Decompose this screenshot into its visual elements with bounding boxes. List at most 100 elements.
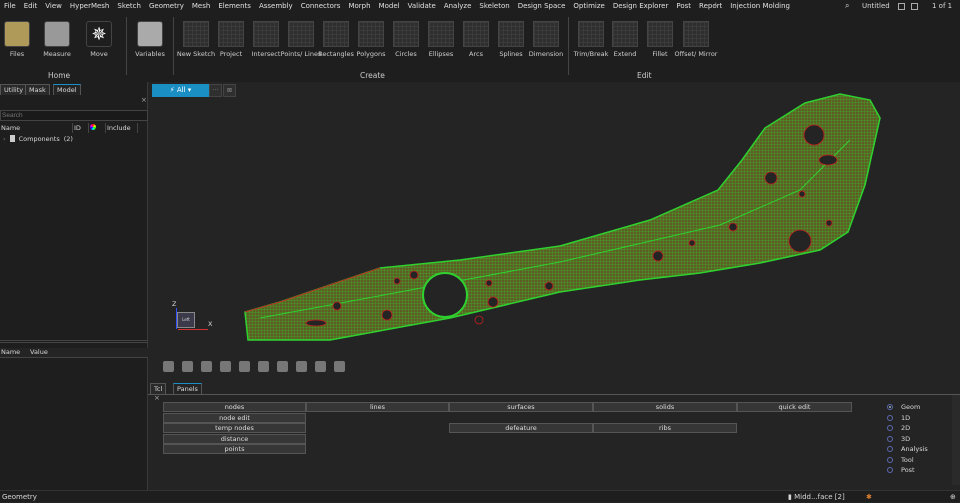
panel-surfaces[interactable]: surfaces — [449, 402, 593, 412]
column-id[interactable]: ID — [73, 123, 89, 133]
panel-distance[interactable]: distance — [163, 434, 306, 444]
menu-model[interactable]: Model — [375, 0, 404, 13]
current-component[interactable]: ▮ Midd...face [2] — [788, 491, 845, 503]
panel-node-edit[interactable]: node edit — [163, 413, 306, 423]
search-input[interactable] — [0, 110, 148, 121]
move-button[interactable]: ✵ Move — [77, 21, 121, 58]
display-icon[interactable] — [182, 361, 193, 372]
variables-button[interactable]: Variables — [128, 21, 172, 58]
menu-optimize[interactable]: Optimize — [569, 0, 608, 13]
tab-model[interactable]: Model — [53, 84, 81, 95]
close-icon[interactable]: × — [141, 96, 147, 104]
splitter[interactable] — [0, 340, 148, 343]
pan-icon[interactable] — [220, 361, 231, 372]
mesh-color-icon[interactable] — [258, 361, 269, 372]
radio-3d[interactable]: 3D — [887, 434, 910, 444]
search-icon[interactable]: ⌕ — [845, 1, 849, 11]
menu-design-space[interactable]: Design Space — [514, 0, 570, 13]
menu-report[interactable]: Report — [695, 0, 726, 13]
expand-icon[interactable]: › — [3, 135, 6, 143]
column-color[interactable] — [89, 123, 106, 133]
panel-defeature[interactable]: defeature — [449, 423, 593, 433]
panel-temp-nodes[interactable]: temp nodes — [163, 423, 306, 433]
menu-connectors[interactable]: Connectors — [297, 0, 345, 13]
menu-elements[interactable]: Elements — [214, 0, 255, 13]
tool-offset-mirror[interactable]: Offset/ Mirror — [674, 21, 718, 58]
model-browser: Utility Mask Model × Name ID Include › C… — [0, 82, 148, 490]
radio-button[interactable] — [887, 435, 893, 442]
panel-solids[interactable]: solids — [593, 402, 737, 412]
menu-mesh[interactable]: Mesh — [188, 0, 214, 13]
menu-file[interactable]: File — [0, 0, 20, 13]
window-icon[interactable] — [898, 3, 905, 10]
isolate-icon[interactable] — [315, 361, 326, 372]
label: Ellipses — [428, 50, 454, 58]
menu-sketch[interactable]: Sketch — [113, 0, 145, 14]
panel-ribs[interactable]: ribs — [593, 423, 737, 433]
zoom-icon[interactable] — [296, 361, 307, 372]
radio-2d[interactable]: 2D — [887, 423, 910, 433]
radio-post[interactable]: Post — [887, 465, 915, 475]
tree-label: Components — [18, 135, 60, 143]
menu-geometry[interactable]: Geometry — [145, 0, 188, 13]
menu-design-explorer[interactable]: Design Explorer — [609, 0, 673, 13]
rotate-icon[interactable] — [201, 361, 212, 372]
radio-analysis[interactable]: Analysis — [887, 444, 928, 454]
measure-button[interactable]: Measure — [35, 21, 79, 58]
dimension-icon — [533, 21, 559, 47]
close-icon[interactable]: × — [154, 394, 160, 402]
column-include[interactable]: Include — [106, 123, 138, 133]
radio-button[interactable] — [887, 425, 893, 431]
tab-tcl[interactable]: Tcl — [150, 383, 167, 394]
radio-tool[interactable]: Tool — [887, 455, 914, 465]
tree-row-components[interactable]: › Components (2) — [3, 135, 73, 143]
menu-validate[interactable]: Validate — [404, 0, 440, 13]
radio-1d[interactable]: 1D — [887, 413, 910, 423]
filter-clear-button[interactable]: ⊠ — [223, 84, 236, 97]
menu-morph[interactable]: Morph — [344, 0, 374, 13]
document-name[interactable]: Untitled — [862, 2, 890, 10]
radio-label: 2D — [901, 424, 911, 432]
color-icon[interactable] — [239, 361, 250, 372]
panel-points[interactable]: points — [163, 444, 306, 454]
radio-label: 3D — [901, 434, 911, 443]
graphics-viewport[interactable] — [148, 82, 960, 380]
tab-utility[interactable]: Utility — [0, 84, 28, 95]
radio-button[interactable] — [887, 456, 893, 463]
filter-option-button[interactable]: ··· — [209, 84, 222, 97]
menu-analyze[interactable]: Analyze — [440, 0, 476, 13]
tab-panels[interactable]: Panels — [173, 383, 202, 394]
menu-skeleton[interactable]: Skeleton — [475, 0, 513, 13]
extend-icon — [612, 21, 638, 47]
entity-filter-dropdown[interactable]: ⚡ All ▾ — [152, 84, 209, 97]
menu-edit[interactable]: Edit — [20, 0, 42, 13]
add-ribbon-icon[interactable]: + — [712, 0, 720, 12]
tab-mask[interactable]: Mask — [25, 84, 50, 95]
column-name[interactable]: Name — [0, 123, 73, 133]
menu-post[interactable]: Post — [672, 0, 695, 13]
view-cube[interactable]: Left — [177, 312, 195, 328]
view-icon[interactable] — [163, 361, 174, 372]
radio-button[interactable] — [887, 414, 893, 421]
menu-hypermesh[interactable]: HyperMesh — [66, 0, 113, 13]
divider — [126, 17, 127, 75]
x-axis-line — [178, 329, 208, 330]
files-button[interactable]: Files — [0, 21, 39, 58]
color-icon[interactable]: ✱ — [866, 491, 872, 503]
panel-nodes[interactable]: nodes — [163, 402, 306, 412]
menu-view[interactable]: View — [41, 0, 66, 13]
radio-button[interactable] — [887, 446, 893, 452]
radio-button[interactable] — [887, 467, 893, 473]
tool-dimension[interactable]: Dimension — [524, 21, 568, 58]
panel-lines[interactable]: lines — [306, 402, 449, 412]
menu-injection-molding[interactable]: Injection Molding — [726, 0, 794, 13]
radio-button[interactable] — [887, 404, 893, 410]
radio-geom[interactable]: Geom — [887, 402, 920, 412]
panel-quick-edit[interactable]: quick edit — [737, 402, 852, 412]
axis-icon[interactable] — [277, 361, 288, 372]
menu-assembly[interactable]: Assembly — [255, 0, 297, 13]
lock-icon[interactable] — [334, 361, 345, 372]
scrollbar[interactable] — [952, 395, 960, 485]
page-icon[interactable] — [911, 3, 918, 10]
settings-icon[interactable]: ⊕ — [950, 491, 956, 503]
